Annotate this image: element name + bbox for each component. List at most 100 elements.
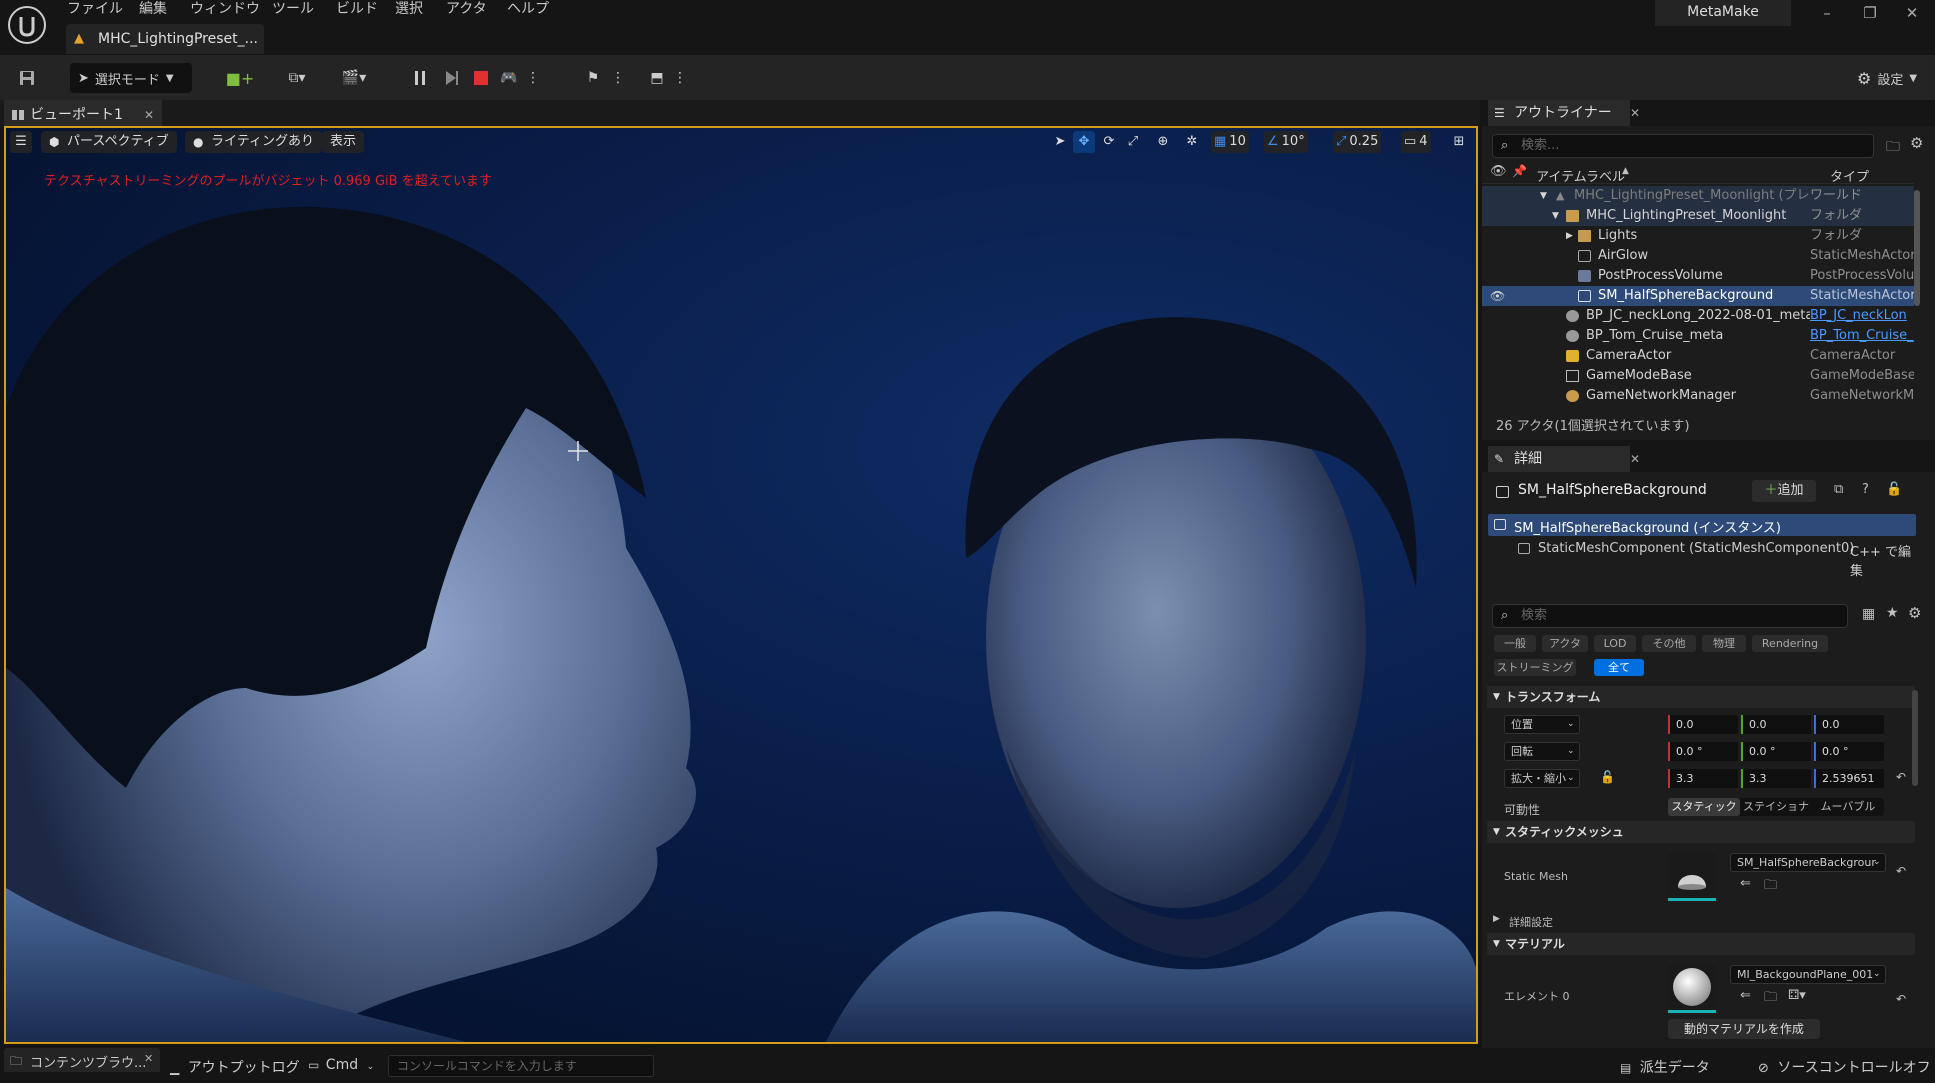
tree-row-selected[interactable]: 👁 SM_HalfSphereBackground StaticMeshActo… — [1482, 286, 1914, 306]
surface-snap-icon[interactable]: ✲ — [1181, 131, 1203, 153]
category-actor[interactable]: アクタ — [1542, 635, 1588, 652]
outliner-scrollbar[interactable] — [1914, 190, 1920, 306]
edit-cpp-link[interactable]: C++ で編集 — [1850, 541, 1916, 579]
rotation-snap-button[interactable]: ∠ 10° — [1264, 131, 1308, 153]
menu-edit[interactable]: 編集 — [139, 0, 167, 20]
level-document-tab[interactable]: ▲ MHC_LightingPreset_... • — [66, 24, 264, 77]
table-view-icon[interactable]: ▦ — [1862, 606, 1875, 622]
translate-tool-icon[interactable]: ✥ — [1073, 131, 1095, 153]
material-picker[interactable]: MI_BackgoundPlane_001 ⌄ — [1730, 965, 1886, 984]
browse-icon[interactable]: 🗀 — [1764, 876, 1777, 898]
skip-frame-icon[interactable] — [439, 63, 465, 93]
blueprint-icon[interactable]: ⧉ — [1834, 482, 1843, 497]
grid-snap-button[interactable]: ▦ 10 — [1211, 131, 1249, 153]
category-physics[interactable]: 物理 — [1702, 635, 1746, 652]
menu-window[interactable]: ウィンドウ — [190, 0, 260, 20]
settings-button[interactable]: ⚙ 設定 ▼ — [1848, 63, 1926, 93]
rotation-y[interactable]: 0.0 ° — [1741, 742, 1811, 761]
static-mesh-picker[interactable]: SM_HalfSphereBackgrour ⌄ — [1730, 853, 1886, 872]
close-icon[interactable]: ✕ — [144, 102, 154, 128]
minimize-icon[interactable]: – — [1815, 4, 1839, 24]
reset-icon[interactable]: ↶ — [1896, 770, 1906, 784]
material-thumbnail[interactable] — [1668, 965, 1716, 1013]
category-general[interactable]: 一般 — [1494, 635, 1536, 652]
unreal-logo[interactable] — [7, 5, 47, 45]
col-type[interactable]: タイプ — [1830, 166, 1869, 185]
cinematics-icon[interactable]: 🎬▾ — [334, 63, 374, 93]
add-folder-icon[interactable]: 🗀 — [1886, 136, 1900, 160]
close-window-icon[interactable]: ✕ — [1900, 4, 1924, 24]
close-icon[interactable]: ✕ — [144, 1052, 153, 1065]
advanced-row[interactable]: ▶ 詳細設定 — [1487, 912, 1915, 930]
viewport-menu-icon[interactable]: ☰ — [10, 131, 32, 153]
mobility-movable[interactable]: ムーバブル — [1812, 798, 1884, 816]
console-input[interactable]: コンソールコマンドを入力します — [388, 1055, 654, 1077]
perspective-button[interactable]: ⬢ パースペクティブ — [41, 131, 177, 153]
add-actor-icon[interactable]: ■+ — [220, 63, 260, 93]
outliner-search-input[interactable]: ⌕ 検索... — [1492, 134, 1874, 158]
reset-icon[interactable]: ↶ — [1896, 864, 1906, 878]
scale-dropdown[interactable]: 拡大・縮小 ⌄ — [1504, 769, 1580, 788]
output-log-button[interactable]: ▁ アウトプットログ — [170, 1057, 300, 1077]
rotation-z[interactable]: 0.0 ° — [1814, 742, 1884, 761]
create-dynamic-material-button[interactable]: 動的マテリアルを作成 — [1668, 1019, 1820, 1039]
pin-col-icon[interactable]: 📌 — [1512, 164, 1527, 178]
reset-icon[interactable]: ↶ — [1896, 992, 1906, 1006]
tree-row[interactable]: GameModeBase GameModeBase — [1482, 366, 1914, 386]
show-button[interactable]: 表示 — [322, 131, 365, 153]
tree-row[interactable]: BP_Tom_Cruise_meta BP_Tom_Cruise_ — [1482, 326, 1914, 346]
tree-row[interactable]: PostProcessVolume PostProcessVolu — [1482, 266, 1914, 286]
select-mode-dropdown[interactable]: ➤ 選択モード ▼ — [70, 63, 192, 93]
col-item-label[interactable]: アイテムラベル — [1536, 166, 1625, 185]
close-icon[interactable]: ✕ — [1630, 100, 1640, 126]
menu-actor[interactable]: アクタ — [446, 0, 487, 20]
component-instance-row[interactable]: SM_HalfSphereBackground (インスタンス) — [1488, 514, 1916, 536]
pause-icon[interactable] — [407, 63, 433, 93]
menu-tools[interactable]: ツール — [272, 0, 314, 20]
stop-icon[interactable] — [468, 63, 494, 93]
source-control-button[interactable]: ⊘ ソースコントロールオフ — [1758, 1057, 1931, 1077]
tree-row[interactable]: GameNetworkManager GameNetworkMa — [1482, 386, 1914, 406]
lighting-mode-button[interactable]: ● ライティングあり — [185, 131, 322, 153]
gear-icon[interactable]: ⚙ — [1910, 134, 1923, 152]
rotation-x[interactable]: 0.0 ° — [1668, 742, 1738, 761]
gamepad-icon[interactable]: 🎮 — [496, 63, 522, 93]
category-streaming[interactable]: ストリーミング — [1494, 659, 1576, 676]
location-x[interactable]: 0.0 — [1668, 715, 1738, 734]
select-tool-icon[interactable]: ➤ — [1049, 131, 1071, 153]
material-section-header[interactable]: ▼ マテリアル — [1487, 933, 1915, 955]
rotate-tool-icon[interactable]: ⟳ — [1098, 131, 1120, 153]
scale-lock-icon[interactable]: 🔓 — [1600, 770, 1615, 784]
gear-icon[interactable]: ⚙ — [1908, 604, 1921, 622]
static-mesh-thumbnail[interactable] — [1668, 853, 1716, 901]
details-search-input[interactable]: ⌕ 検索 — [1492, 604, 1848, 628]
mobility-static[interactable]: スタティック — [1668, 798, 1740, 816]
derived-data-button[interactable]: ▤ 派生データ — [1620, 1057, 1710, 1077]
world-space-icon[interactable]: ⊕ — [1152, 131, 1174, 153]
scale-snap-button[interactable]: ⤢ 0.25 — [1333, 131, 1382, 153]
details-tab[interactable]: ✎ 詳細 ✕ — [1488, 446, 1640, 472]
category-all[interactable]: 全て — [1594, 659, 1644, 676]
platforms-icon[interactable]: ⚑ — [580, 63, 606, 93]
use-selected-icon[interactable]: ⇐ — [1740, 988, 1751, 1003]
details-scrollbar[interactable] — [1912, 690, 1918, 786]
tree-row[interactable]: BP_JC_neckLong_2022-08-01_meta BP_JC_nec… — [1482, 306, 1914, 326]
category-misc[interactable]: その他 — [1642, 635, 1696, 652]
camera-speed-button[interactable]: ▭ 4 — [1401, 131, 1431, 153]
component-row[interactable]: StaticMeshComponent (StaticMeshComponent… — [1488, 538, 1916, 579]
menu-file[interactable]: ファイル — [67, 0, 123, 20]
browse-icon[interactable]: 🗀 — [1764, 988, 1777, 1010]
tree-row[interactable]: ▼ ▲ MHC_LightingPreset_Moonlight (プレ ワール… — [1482, 186, 1914, 206]
location-z[interactable]: 0.0 — [1814, 715, 1884, 734]
star-icon[interactable]: ★ — [1886, 605, 1899, 621]
help-icon[interactable]: ? — [1862, 482, 1869, 497]
transform-section-header[interactable]: ▼ トランスフォーム — [1487, 686, 1915, 708]
level-viewport[interactable] — [4, 126, 1478, 1044]
location-y[interactable]: 0.0 — [1741, 715, 1811, 734]
scale-z[interactable]: 2.539651 — [1814, 769, 1884, 788]
scale-y[interactable]: 3.3 — [1741, 769, 1811, 788]
blueprint-icon[interactable]: ⧉▾ — [277, 63, 317, 93]
layout-icon[interactable]: ⊞ — [1448, 131, 1470, 153]
mobility-stationary[interactable]: ステイショナ — [1740, 798, 1812, 816]
source-icon[interactable]: ⬒ — [645, 63, 669, 93]
